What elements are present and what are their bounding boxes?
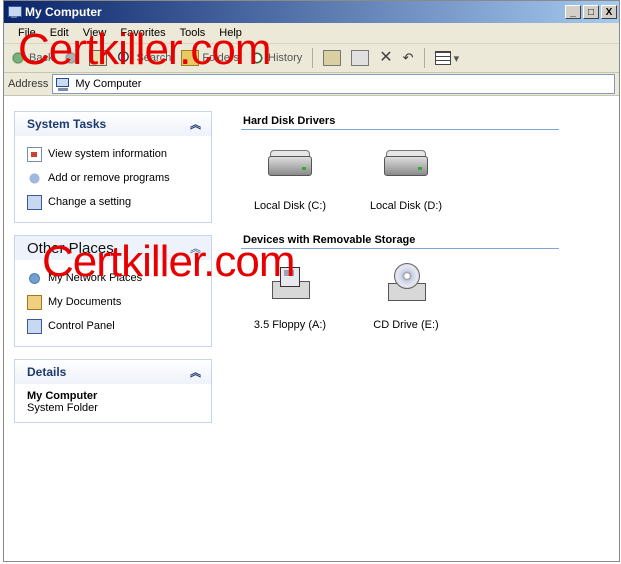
computer-icon (7, 5, 22, 19)
move-to-button[interactable] (323, 50, 342, 66)
task-label: View system information (48, 148, 168, 160)
details-panel: Details ︽ My Computer System Folder (14, 359, 212, 423)
window-controls: _ □ X (565, 5, 619, 19)
maximize-button[interactable]: □ (583, 5, 599, 19)
details-header[interactable]: Details ︽ (15, 360, 211, 384)
views-button[interactable]: ▾ (434, 51, 460, 65)
removable-items: 3.5 Floppy (A:) CD Drive (E:) (241, 249, 619, 331)
minimize-button[interactable]: _ (565, 5, 581, 19)
computer-icon (55, 77, 71, 91)
add-remove-programs-icon (27, 170, 42, 186)
task-change-setting[interactable]: Change a setting (27, 190, 199, 214)
task-label: Change a setting (48, 196, 132, 208)
task-add-remove-programs[interactable]: Add or remove programs (27, 166, 199, 190)
history-label: History (268, 52, 303, 64)
group-header-hard-disks: Hard Disk Drivers (241, 115, 559, 130)
move-to-icon (323, 50, 342, 66)
system-tasks-panel: System Tasks ︽ View system information A… (14, 111, 212, 223)
watermark-text: Certkiller.com (42, 237, 295, 286)
system-tasks-title: System Tasks (27, 117, 107, 131)
dropdown-arrow-icon: ▾ (453, 52, 460, 65)
undo-icon: ↶ (402, 50, 414, 65)
views-icon (434, 51, 451, 65)
drive-cd-e[interactable]: CD Drive (E:) (363, 263, 449, 331)
toolbar-separator (312, 48, 314, 68)
task-pane: System Tasks ︽ View system information A… (4, 95, 219, 561)
hard-disk-items: Local Disk (C:) Local Disk (D:) (241, 130, 619, 212)
file-view: Hard Disk Drivers Local Disk (C:) Local … (219, 95, 619, 561)
close-button[interactable]: X (601, 5, 617, 19)
window-title: My Computer (25, 5, 102, 19)
my-documents-icon (27, 294, 42, 310)
drive-label: Local Disk (C:) (253, 200, 327, 212)
address-bar: Address My Computer (4, 73, 619, 96)
address-value: My Computer (75, 78, 142, 90)
hard-disk-icon (266, 144, 314, 186)
place-my-documents[interactable]: My Documents (27, 290, 199, 314)
drive-label: CD Drive (E:) (373, 319, 439, 331)
drive-label: 3.5 Floppy (A:) (253, 319, 327, 331)
collapse-chevron-icon[interactable]: ︽ (190, 364, 201, 380)
drive-local-disk-d[interactable]: Local Disk (D:) (363, 144, 449, 212)
place-control-panel[interactable]: Control Panel (27, 314, 199, 338)
system-info-icon (27, 146, 42, 162)
details-name: My Computer (27, 390, 98, 402)
delete-button[interactable]: ✕ (379, 49, 393, 66)
title-bar[interactable]: My Computer _ □ X (4, 1, 619, 23)
task-view-system-information[interactable]: View system information (27, 142, 199, 166)
drive-local-disk-c[interactable]: Local Disk (C:) (247, 144, 333, 212)
network-places-icon (27, 270, 42, 286)
place-label: Control Panel (48, 320, 115, 332)
details-title: Details (27, 365, 67, 379)
undo-button[interactable]: ↶ (403, 51, 414, 65)
content-area: System Tasks ︽ View system information A… (4, 95, 619, 561)
drive-label: Local Disk (D:) (369, 200, 443, 212)
details-type: System Folder (27, 402, 98, 414)
system-tasks-header[interactable]: System Tasks ︽ (15, 112, 211, 136)
hard-disk-icon (382, 144, 430, 186)
delete-icon: ✕ (379, 49, 393, 66)
toolbar-separator (423, 48, 425, 68)
collapse-chevron-icon[interactable]: ︽ (190, 116, 201, 132)
address-label: Address (8, 78, 49, 90)
watermark-text: Certkiller.com (18, 25, 271, 74)
task-label: Add or remove programs (48, 172, 170, 184)
copy-to-icon (351, 50, 370, 66)
copy-to-button[interactable] (351, 50, 370, 66)
place-label: My Documents (48, 296, 122, 308)
control-panel-icon (27, 194, 42, 210)
control-panel-icon (27, 318, 42, 334)
cd-drive-icon (382, 263, 430, 305)
address-field[interactable]: My Computer (52, 74, 615, 94)
